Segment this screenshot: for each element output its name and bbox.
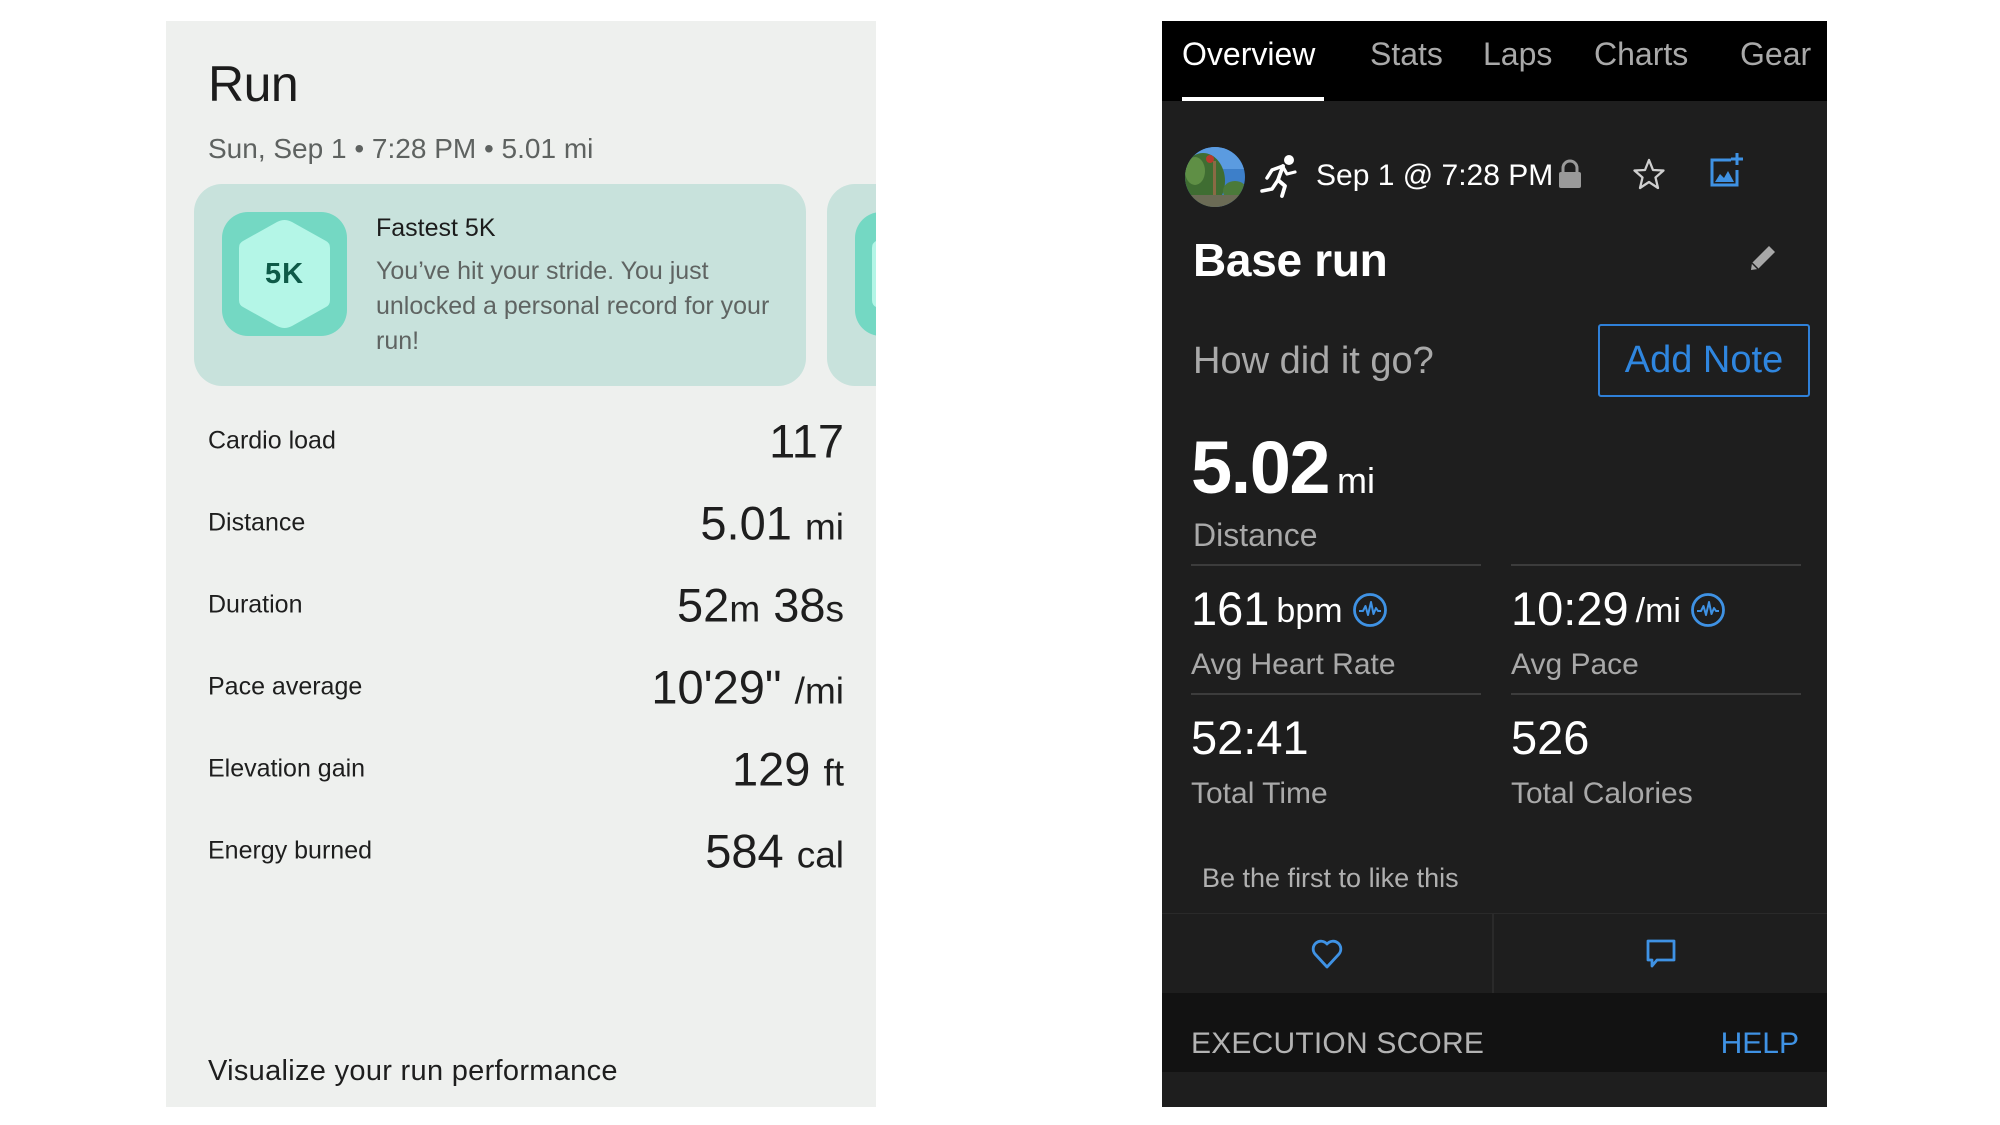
- hexagon-badge-shape: [872, 241, 876, 307]
- avatar-photo: [1185, 147, 1245, 207]
- edit-pencil-icon[interactable]: [1749, 244, 1777, 272]
- stat-label: Total Calories: [1511, 777, 1693, 810]
- divider: [1511, 693, 1801, 695]
- help-link[interactable]: HELP: [1721, 1027, 1799, 1061]
- achievement-card[interactable]: 5K Fastest 5K You’ve hit your stride. Yo…: [194, 184, 806, 386]
- metric-value: 5.01 mi: [700, 496, 844, 550]
- fit-activity-panel: Run Sun, Sep 1 • 7:28 PM • 5.01 mi 5K Fa…: [166, 21, 876, 1107]
- add-note-button[interactable]: Add Note: [1598, 324, 1810, 397]
- comment-button[interactable]: [1495, 914, 1827, 994]
- active-tab-indicator: [1182, 97, 1324, 101]
- avatar[interactable]: [1185, 147, 1245, 207]
- metric-row-energy-burned: Energy burned 584 cal: [208, 821, 844, 881]
- divider: [1511, 564, 1801, 566]
- tab-laps[interactable]: Laps: [1483, 36, 1552, 73]
- badge-label: 5K: [264, 257, 305, 290]
- stat-label: Total Time: [1191, 777, 1328, 810]
- metric-row-cardio-load: Cardio load 117: [208, 411, 844, 471]
- metric-value: 129 ft: [731, 742, 844, 796]
- metric-label: Energy burned: [208, 836, 373, 865]
- achievement-card-next[interactable]: [827, 184, 876, 386]
- like-button[interactable]: [1162, 914, 1494, 994]
- metric-value: 584 cal: [705, 824, 844, 878]
- distance-value: 5.02 mi: [1191, 426, 1376, 509]
- achievement-description: You’ve hit your stride. You just unlocke…: [376, 257, 770, 355]
- metric-row-pace-average: Pace average 10'29" /mi: [208, 657, 844, 717]
- execution-score-title: EXECUTION SCORE: [1191, 1027, 1485, 1060]
- tab-stats[interactable]: Stats: [1370, 36, 1443, 73]
- achievement-badge-icon: [855, 212, 876, 336]
- star-icon[interactable]: [1632, 157, 1666, 191]
- stat-value: 52:41: [1191, 711, 1309, 764]
- stat-value: 161 bpm: [1191, 581, 1388, 636]
- activity-name: Base run: [1193, 234, 1388, 286]
- activity-subtitle: Sun, Sep 1 • 7:28 PM • 5.01 mi: [208, 133, 594, 164]
- heart-icon: [1311, 939, 1343, 969]
- stat-avg-pace[interactable]: 10:29/mi Avg Pace: [1511, 564, 1801, 692]
- add-photo-icon[interactable]: [1709, 152, 1743, 188]
- metric-row-distance: Distance 5.01 mi: [208, 493, 844, 553]
- tab-charts[interactable]: Charts: [1594, 36, 1688, 73]
- visualize-section-heading: Visualize your run performance: [208, 1055, 618, 1087]
- tab-overview[interactable]: Overview: [1182, 36, 1315, 73]
- metric-label: Pace average: [208, 672, 363, 701]
- running-icon: [1260, 155, 1297, 198]
- likes-summary[interactable]: Be the first to like this: [1202, 863, 1459, 894]
- heart-rate-chart-icon[interactable]: [1352, 592, 1388, 628]
- stat-total-calories[interactable]: 526 Total Calories: [1511, 693, 1801, 821]
- divider: [1191, 693, 1481, 695]
- tab-bar: Overview Stats Laps Charts Gear: [1162, 21, 1827, 101]
- execution-score-header: EXECUTION SCORE HELP: [1162, 993, 1827, 1072]
- metric-value: 117: [769, 414, 844, 468]
- lock-icon[interactable]: [1558, 159, 1582, 189]
- metric-row-elevation-gain: Elevation gain 129 ft: [208, 739, 844, 799]
- fastest-5k-badge-icon: 5K: [222, 212, 347, 336]
- metric-label: Distance: [208, 508, 306, 537]
- stat-avg-heart-rate[interactable]: 161 bpm Avg Heart Rate: [1191, 564, 1481, 692]
- metric-label: Cardio load: [208, 426, 336, 455]
- notes-prompt: How did it go?: [1193, 340, 1434, 382]
- metric-row-duration: Duration 52m 38s: [208, 575, 844, 635]
- metric-label: Elevation gain: [208, 754, 366, 783]
- metric-value: 10'29" /mi: [651, 660, 844, 714]
- pace-chart-icon[interactable]: [1690, 592, 1726, 628]
- stat-total-time[interactable]: 52:41 Total Time: [1191, 693, 1481, 821]
- connect-activity-panel: Overview Stats Laps Charts Gear Sep 1 @ …: [1162, 21, 1827, 1107]
- social-action-bar: [1162, 913, 1827, 994]
- achievement-title: Fastest 5K: [376, 214, 496, 242]
- tab-gear[interactable]: Gear: [1740, 36, 1811, 73]
- metric-value: 52m 38s: [677, 578, 844, 632]
- comment-icon: [1646, 939, 1676, 968]
- stat-label: Avg Pace: [1511, 648, 1639, 681]
- divider: [1191, 564, 1481, 566]
- metric-label: Duration: [208, 590, 303, 619]
- stat-value: 10:29/mi: [1511, 581, 1726, 636]
- activity-date: Sep 1 @ 7:28 PM: [1316, 159, 1554, 192]
- stat-label: Avg Heart Rate: [1191, 648, 1396, 681]
- activity-title: Run: [208, 56, 299, 112]
- stat-value: 526: [1511, 711, 1590, 764]
- distance-label: Distance: [1193, 517, 1318, 553]
